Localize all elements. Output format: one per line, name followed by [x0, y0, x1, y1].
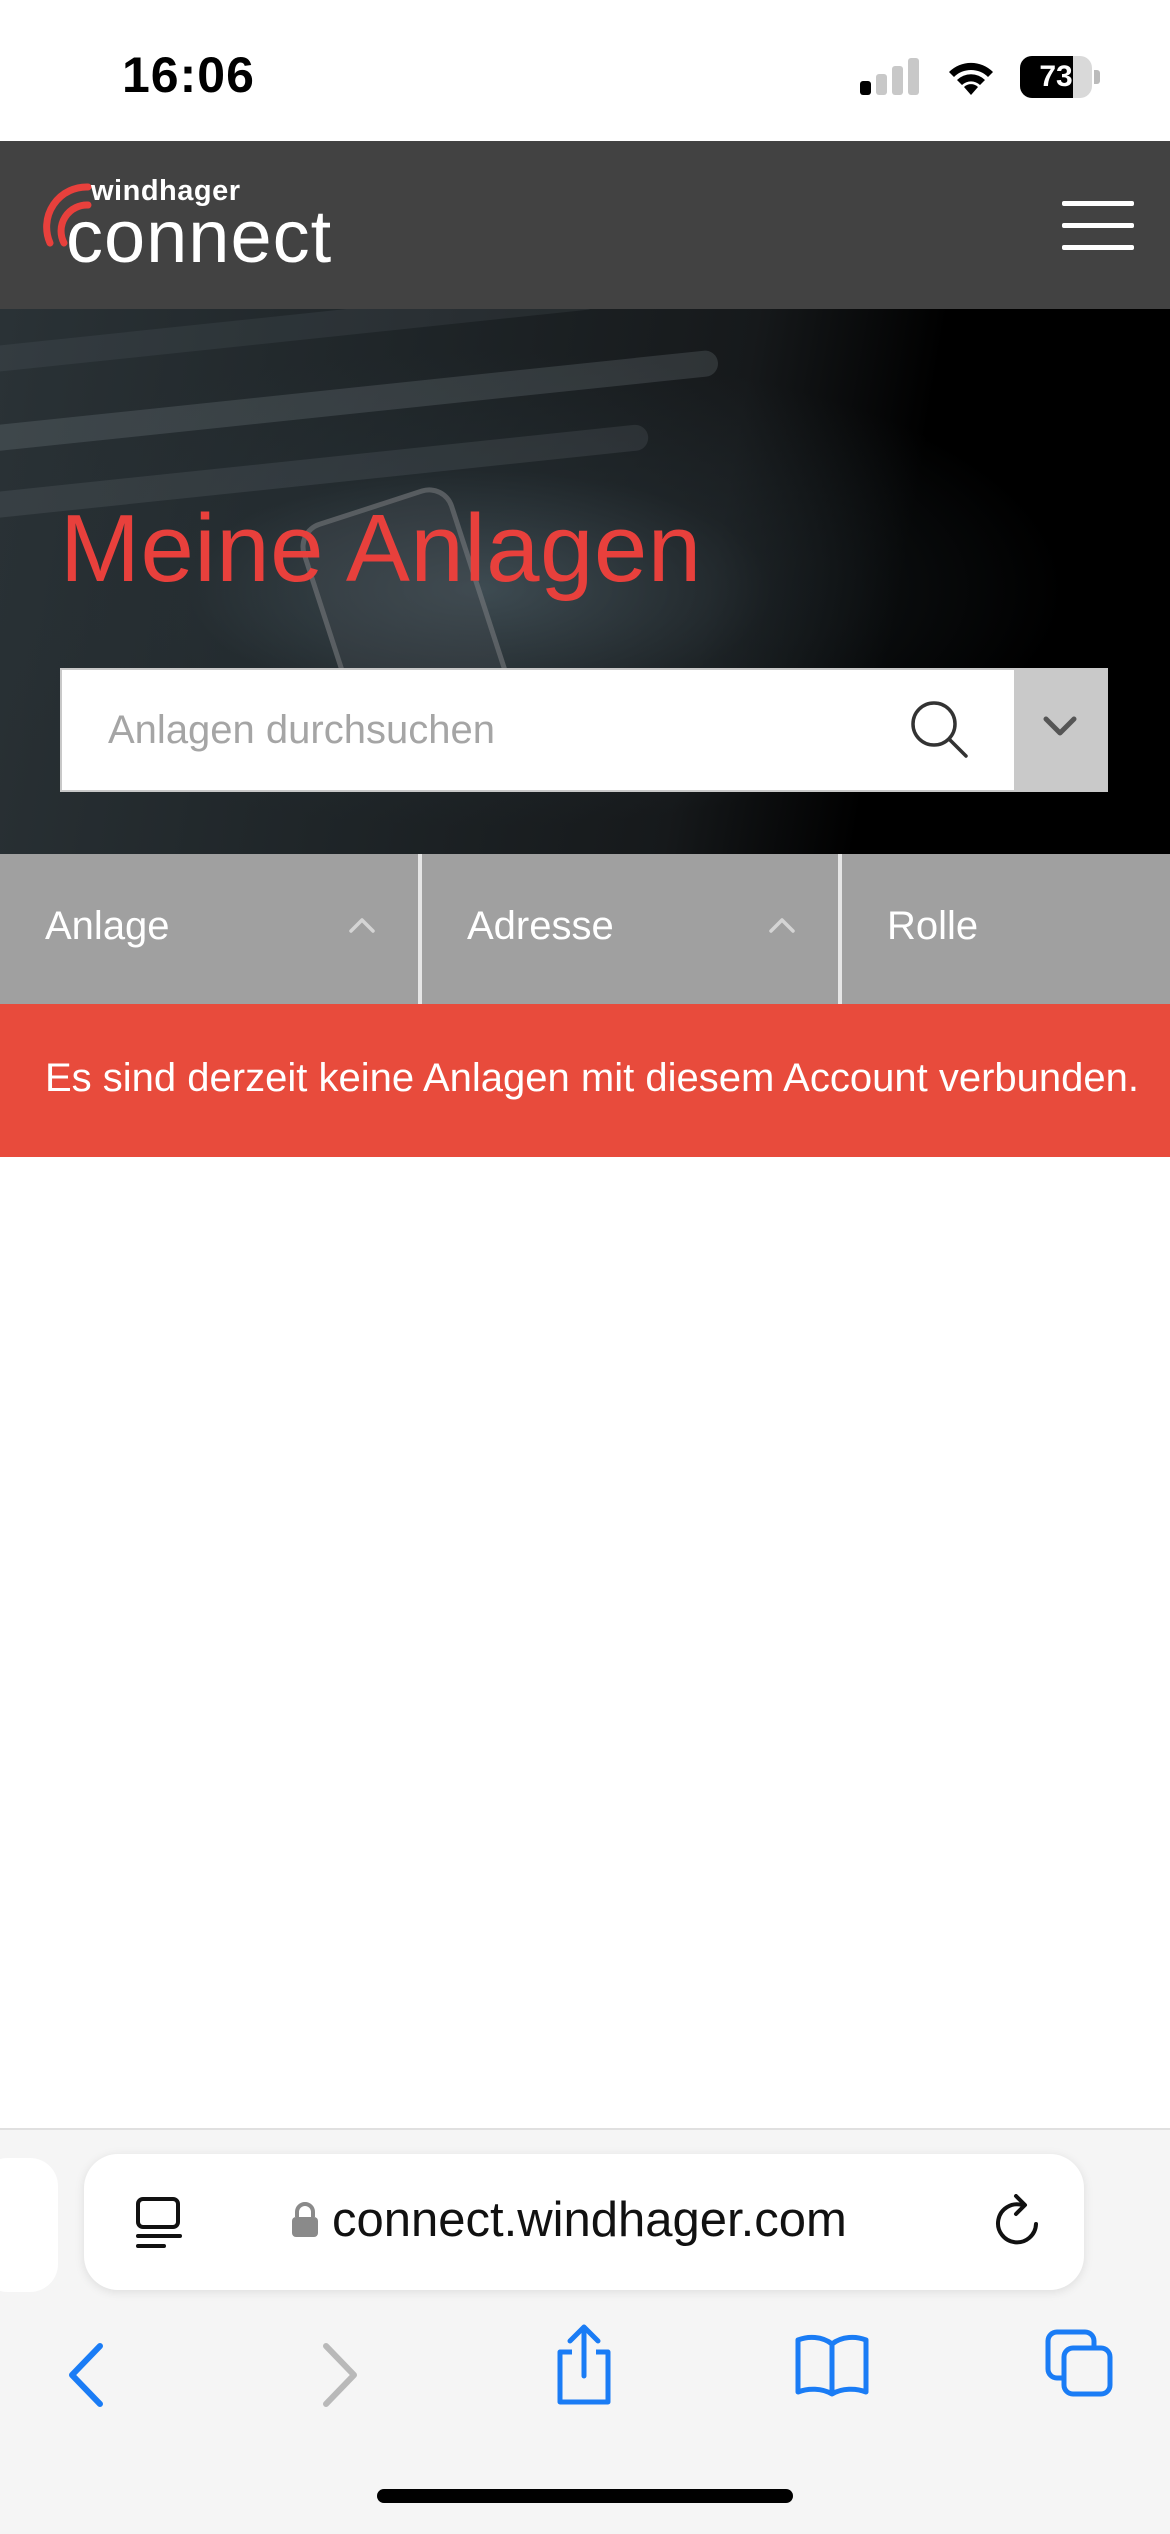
share-icon[interactable]	[552, 2322, 616, 2406]
search-icon[interactable]	[908, 698, 972, 762]
battery-icon: 73	[1020, 56, 1100, 98]
status-bar: 16:06 73	[0, 0, 1170, 141]
url-text: connect.windhager.com	[332, 2193, 847, 2247]
back-icon[interactable]	[64, 2340, 108, 2410]
browser-nav-row	[0, 2322, 1170, 2432]
forward-icon[interactable]	[318, 2340, 362, 2410]
search-filter-dropdown[interactable]	[1014, 670, 1106, 790]
table-header: Anlage Adresse Rolle	[0, 854, 1170, 1004]
previous-tab-preview[interactable]	[0, 2158, 58, 2292]
search-box	[60, 668, 1108, 792]
status-icons: 73	[860, 52, 1100, 102]
browser-toolbar: connect.windhager.com	[0, 2128, 1170, 2534]
wifi-icon	[949, 62, 993, 95]
battery-level: 73	[1039, 60, 1073, 93]
windhager-connect-logo[interactable]: windhager connect	[36, 175, 376, 278]
sort-up-icon	[349, 918, 375, 933]
chevron-down-icon	[1043, 716, 1077, 736]
cellular-signal-icon	[860, 58, 919, 95]
column-label: Adresse	[467, 904, 614, 948]
sort-up-icon	[769, 918, 795, 933]
column-header-anlage[interactable]: Anlage	[0, 854, 418, 1004]
site-header: windhager connect	[0, 141, 1170, 309]
address-bar[interactable]: connect.windhager.com	[84, 2154, 1084, 2290]
column-header-adresse[interactable]: Adresse	[422, 854, 838, 1004]
url-display: connect.windhager.com	[290, 2192, 847, 2248]
empty-state-notice: Es sind derzeit keine Anlagen mit diesem…	[0, 1004, 1170, 1157]
column-label: Rolle	[887, 904, 979, 948]
bookmarks-icon[interactable]	[794, 2332, 870, 2398]
page-menu-icon[interactable]	[134, 2196, 184, 2250]
page-title: Meine Anlagen	[60, 495, 702, 602]
home-indicator[interactable]	[377, 2489, 793, 2503]
search-input[interactable]	[62, 670, 902, 790]
status-time: 16:06	[122, 47, 255, 103]
logo-wordmark-big: connect	[66, 195, 333, 278]
empty-state-message: Es sind derzeit keine Anlagen mit diesem…	[45, 1056, 1139, 1100]
reload-icon[interactable]	[992, 2194, 1044, 2250]
tabs-icon[interactable]	[1044, 2328, 1114, 2398]
column-header-rolle[interactable]: Rolle	[842, 854, 1170, 1004]
hero-banner: Meine Anlagen	[0, 309, 1170, 854]
lock-icon	[292, 2202, 318, 2237]
column-label: Anlage	[45, 904, 170, 948]
hamburger-menu-icon[interactable]	[1062, 201, 1134, 251]
